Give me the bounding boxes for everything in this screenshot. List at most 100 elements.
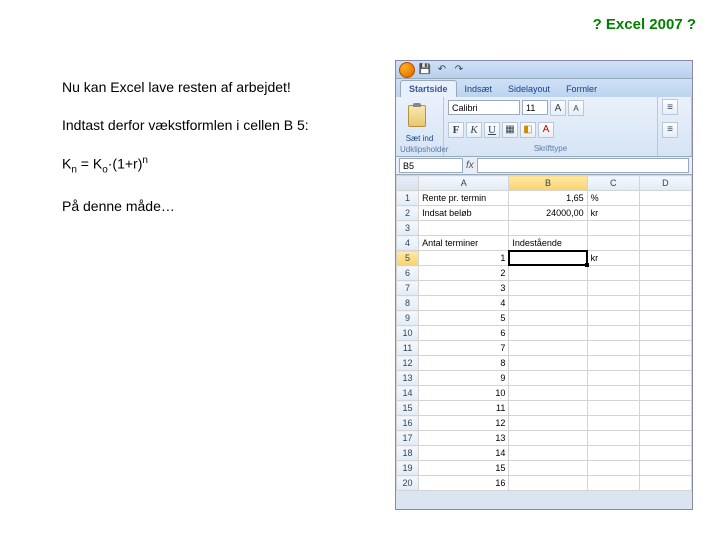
cell[interactable] bbox=[587, 311, 639, 326]
select-all-corner[interactable] bbox=[397, 176, 419, 191]
cell[interactable]: 9 bbox=[419, 371, 509, 386]
cell[interactable] bbox=[587, 416, 639, 431]
row-header[interactable]: 8 bbox=[397, 296, 419, 311]
cell[interactable] bbox=[587, 296, 639, 311]
cell[interactable] bbox=[587, 386, 639, 401]
row-header[interactable]: 17 bbox=[397, 431, 419, 446]
row-header[interactable]: 3 bbox=[397, 221, 419, 236]
cell[interactable] bbox=[639, 416, 691, 431]
row-header[interactable]: 12 bbox=[397, 356, 419, 371]
cell[interactable] bbox=[639, 461, 691, 476]
row-header[interactable]: 19 bbox=[397, 461, 419, 476]
cell[interactable] bbox=[587, 236, 639, 251]
cell[interactable]: 1,65 bbox=[509, 191, 587, 206]
cell[interactable] bbox=[587, 431, 639, 446]
name-box[interactable]: B5 bbox=[399, 158, 463, 173]
grow-font-icon[interactable]: A bbox=[550, 100, 566, 116]
cell[interactable]: 10 bbox=[419, 386, 509, 401]
cell[interactable]: kr bbox=[587, 206, 639, 221]
cell[interactable]: Rente pr. termin bbox=[419, 191, 509, 206]
paste-button[interactable] bbox=[400, 99, 434, 133]
cell[interactable] bbox=[509, 371, 587, 386]
tab-formler[interactable]: Formler bbox=[558, 81, 605, 97]
italic-button[interactable]: K bbox=[466, 122, 482, 138]
align-left-icon[interactable]: ≡ bbox=[662, 122, 678, 138]
cell[interactable] bbox=[509, 356, 587, 371]
align-top-icon[interactable]: ≡ bbox=[662, 99, 678, 115]
cell[interactable] bbox=[509, 311, 587, 326]
font-color-button[interactable]: A bbox=[538, 122, 554, 138]
cell[interactable]: 15 bbox=[419, 461, 509, 476]
cell[interactable]: 13 bbox=[419, 431, 509, 446]
cell[interactable]: 12 bbox=[419, 416, 509, 431]
cell[interactable]: 24000,00 bbox=[509, 206, 587, 221]
cell[interactable] bbox=[639, 371, 691, 386]
cell[interactable] bbox=[639, 446, 691, 461]
cell[interactable] bbox=[509, 416, 587, 431]
cell[interactable] bbox=[509, 401, 587, 416]
cell[interactable] bbox=[639, 476, 691, 491]
col-header-A[interactable]: A bbox=[419, 176, 509, 191]
row-header[interactable]: 13 bbox=[397, 371, 419, 386]
shrink-font-icon[interactable]: A bbox=[568, 100, 584, 116]
row-header[interactable]: 18 bbox=[397, 446, 419, 461]
row-header[interactable]: 9 bbox=[397, 311, 419, 326]
row-header[interactable]: 11 bbox=[397, 341, 419, 356]
font-size-select[interactable]: 11 bbox=[522, 100, 548, 115]
save-icon[interactable]: 💾 bbox=[418, 63, 432, 77]
cell[interactable] bbox=[509, 431, 587, 446]
cell[interactable]: 7 bbox=[419, 341, 509, 356]
tab-sidelayout[interactable]: Sidelayout bbox=[500, 81, 558, 97]
cell[interactable]: 5 bbox=[419, 311, 509, 326]
cell[interactable] bbox=[639, 431, 691, 446]
cell[interactable]: 3 bbox=[419, 281, 509, 296]
cell[interactable] bbox=[509, 266, 587, 281]
cell[interactable] bbox=[587, 341, 639, 356]
row-header[interactable]: 1 bbox=[397, 191, 419, 206]
cell[interactable] bbox=[509, 476, 587, 491]
cell[interactable]: Antal terminer bbox=[419, 236, 509, 251]
cell[interactable] bbox=[509, 341, 587, 356]
cell[interactable]: % bbox=[587, 191, 639, 206]
cell[interactable] bbox=[509, 221, 587, 236]
cell[interactable]: Indestående bbox=[509, 236, 587, 251]
formula-bar[interactable] bbox=[477, 158, 689, 173]
row-header[interactable]: 14 bbox=[397, 386, 419, 401]
tab-indsaet[interactable]: Indsæt bbox=[457, 81, 501, 97]
cell[interactable] bbox=[587, 326, 639, 341]
row-header[interactable]: 15 bbox=[397, 401, 419, 416]
worksheet-grid[interactable]: A B C D 1Rente pr. termin1,65%2Indsat be… bbox=[396, 175, 692, 491]
row-header[interactable]: 7 bbox=[397, 281, 419, 296]
row-header[interactable]: 2 bbox=[397, 206, 419, 221]
row-header[interactable]: 16 bbox=[397, 416, 419, 431]
cell[interactable] bbox=[639, 236, 691, 251]
cell[interactable] bbox=[587, 221, 639, 236]
tab-startside[interactable]: Startside bbox=[400, 80, 457, 97]
office-button[interactable] bbox=[399, 62, 415, 78]
cell[interactable] bbox=[639, 326, 691, 341]
cell[interactable]: 11 bbox=[419, 401, 509, 416]
row-header[interactable]: 20 bbox=[397, 476, 419, 491]
fx-icon[interactable]: fx bbox=[466, 160, 474, 171]
cell[interactable] bbox=[639, 401, 691, 416]
cell[interactable] bbox=[509, 326, 587, 341]
cell[interactable] bbox=[639, 251, 691, 266]
cell[interactable] bbox=[509, 386, 587, 401]
cell[interactable] bbox=[639, 296, 691, 311]
cell[interactable]: 1 bbox=[419, 251, 509, 266]
cell[interactable] bbox=[509, 461, 587, 476]
cell[interactable] bbox=[639, 356, 691, 371]
cell[interactable] bbox=[509, 281, 587, 296]
cell[interactable] bbox=[509, 446, 587, 461]
cell[interactable] bbox=[509, 251, 587, 266]
cell[interactable] bbox=[587, 461, 639, 476]
cell[interactable]: 16 bbox=[419, 476, 509, 491]
row-header[interactable]: 5 bbox=[397, 251, 419, 266]
cell[interactable] bbox=[639, 311, 691, 326]
cell[interactable] bbox=[639, 191, 691, 206]
cell[interactable] bbox=[587, 476, 639, 491]
row-header[interactable]: 4 bbox=[397, 236, 419, 251]
cell[interactable]: 2 bbox=[419, 266, 509, 281]
font-name-select[interactable]: Calibri bbox=[448, 100, 520, 115]
cell[interactable] bbox=[419, 221, 509, 236]
